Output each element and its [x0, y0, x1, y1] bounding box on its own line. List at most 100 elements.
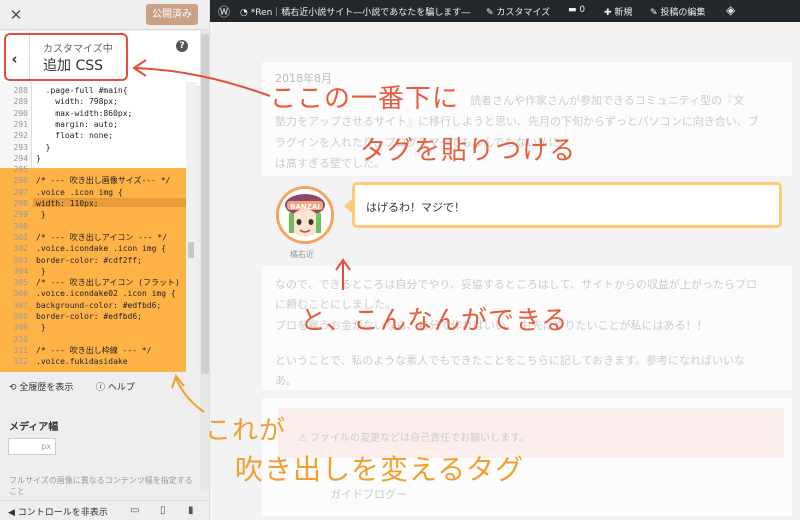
code-line: 299 }: [0, 210, 186, 220]
code-line: 303 border-color: #cdf2ff;: [0, 256, 186, 266]
line-number: 305: [13, 278, 28, 288]
code-text: float: none;: [36, 131, 114, 141]
line-number: 288: [13, 86, 28, 95]
code-line: 295: [0, 165, 186, 175]
code-text: /* --- 吹き出しアイコン (フラット) --- */: [36, 278, 196, 288]
media-width-description: フルサイズの画像に異なるコンテンツ幅を指定すること: [9, 476, 193, 496]
history-link[interactable]: ⟲ 全履歴を表示: [9, 380, 73, 393]
code-line: 298 width: 110px;: [0, 199, 186, 209]
faint-text-line: ということで、私のような素人でもできたことをこちらに記しておきます。参考になれば…: [275, 354, 746, 367]
code-line: 304 }: [0, 267, 186, 277]
code-line: 301 /* --- 吹き出しアイコン --- */: [0, 233, 186, 243]
pencil-icon: ✎: [650, 8, 661, 18]
editor-scrollbar-track[interactable]: [186, 82, 196, 372]
annotation-text: これが: [205, 416, 287, 446]
line-number: 296: [13, 176, 28, 186]
faint-text-line: あ。: [275, 374, 297, 387]
code-text: .voice .icon img {: [36, 187, 123, 197]
desktop-preview-icon[interactable]: ▭: [130, 505, 139, 516]
new-link[interactable]: ✚ 新規: [604, 5, 632, 18]
line-number: 309: [13, 323, 28, 333]
faint-text-line: 読者さんや作家さんが参加できるコミュニティ型の『文: [470, 94, 745, 107]
code-line: 302 .voice.icondake .icon img {: [0, 244, 186, 254]
code-line: 296 /* --- 吹き出し画像サイズ--- */: [0, 176, 186, 186]
warning-text: ⚠ ファイルの変更などは自己責任でお願いします。: [298, 433, 530, 444]
speaker-avatar: BANZAI: [276, 186, 334, 244]
publish-button[interactable]: 公開済み: [146, 4, 198, 25]
site-title-link[interactable]: ◔ *Ren｜橘右近小説サイト―小説であなたを騙します―: [240, 5, 470, 18]
line-number: 291: [13, 119, 28, 129]
hide-controls-button[interactable]: ◀ コントロールを非表示: [8, 505, 108, 518]
admin-bar: Ⓦ ◔ *Ren｜橘右近小説サイト―小説であなたを騙します― ✎ カスタマイズ …: [210, 0, 800, 22]
comment-count: 0: [579, 5, 586, 15]
code-text: .page-full #main{: [36, 86, 128, 95]
dashboard-icon: ◔: [240, 8, 251, 18]
line-number: 294: [13, 153, 28, 163]
speech-bubble-text: はげるわ！マジで！: [366, 201, 465, 214]
help-link-label: ヘルプ: [107, 383, 135, 393]
line-number: 295: [13, 165, 28, 175]
annotation-text: ここの一番下に: [270, 84, 460, 114]
line-number: 300: [13, 221, 28, 231]
code-line: 306 .voice.icondake02 .icon img {: [0, 289, 186, 299]
line-number: 302: [13, 244, 28, 254]
line-number: 293: [13, 142, 28, 152]
diamond-icon[interactable]: ◈: [726, 3, 735, 17]
code-text: /* --- 吹き出しアイコン --- */: [36, 232, 168, 242]
line-number: 298: [13, 199, 28, 208]
panel-footer: ◀ コントロールを非表示 ▭ ▯ ▮: [0, 500, 209, 520]
code-line: 311 /* --- 吹き出し枠線 --- */: [0, 346, 186, 356]
code-text: margin: auto;: [36, 119, 118, 129]
faint-text-line: 塾力をアップさせるサイト』に移行しようと思い、先月の下旬からずっとパソコンに向き…: [275, 115, 759, 128]
edit-post-link[interactable]: ✎ 投稿の編集: [650, 5, 705, 18]
code-line: 307 background-color: #edfbd6;: [0, 301, 186, 311]
line-number: 304: [13, 266, 28, 276]
code-text: }: [36, 142, 51, 152]
line-number: 306: [13, 289, 28, 299]
help-link[interactable]: ⓘ ヘルプ: [96, 380, 135, 393]
brush-icon: ✎: [486, 8, 497, 18]
line-number: 307: [13, 300, 28, 310]
code-text: background-color: #edfbd6;: [36, 300, 162, 310]
code-text: }: [36, 266, 46, 276]
code-text: width: 798px;: [36, 97, 118, 107]
code-line: 290 max-width:860px;: [0, 109, 186, 119]
media-width-input[interactable]: px: [8, 438, 56, 455]
annotation-highlight-box: [4, 33, 128, 81]
code-line: 297 .voice .icon img {: [0, 188, 186, 198]
history-icon: ⟲: [9, 383, 20, 393]
css-code-editor[interactable]: 288 .page-full #main{289 width: 798px; 29…: [0, 82, 196, 372]
code-line: 300: [0, 222, 186, 232]
customize-label: カスタマイズ: [496, 8, 551, 18]
code-line: 292 float: none;: [0, 131, 186, 141]
code-line: 293 }: [0, 143, 186, 153]
code-text: /* --- 吹き出し枠線 --- */: [36, 345, 152, 355]
customize-link[interactable]: ✎ カスタマイズ: [486, 5, 550, 18]
wordpress-icon[interactable]: Ⓦ: [218, 3, 230, 20]
tablet-preview-icon[interactable]: ▯: [160, 505, 166, 516]
line-number: 289: [13, 97, 28, 107]
help-icon[interactable]: ?: [176, 40, 188, 52]
close-button[interactable]: ✕: [0, 0, 32, 30]
avatar-illustration: BANZAI: [279, 189, 331, 241]
mobile-preview-icon[interactable]: ▮: [188, 505, 194, 516]
code-line: 288 .page-full #main{: [0, 86, 186, 96]
line-number: 308: [13, 312, 28, 321]
code-line: 294}: [0, 154, 186, 164]
code-line: 310: [0, 335, 186, 345]
code-line: 305 /* --- 吹き出しアイコン (フラット) --- */: [0, 278, 196, 288]
code-line: 308 border-color: #edfbd6;: [0, 312, 186, 322]
code-text: }: [36, 153, 41, 163]
annotation-text: 吹き出しを変えるタグ: [235, 453, 525, 486]
code-text: /* --- 吹き出し画像サイズ--- */: [36, 176, 171, 186]
comments-link[interactable]: ▬ 0: [568, 5, 585, 15]
editor-scrollbar-thumb[interactable]: [188, 242, 194, 258]
hide-controls-label: コントロールを非表示: [17, 508, 108, 518]
code-line: 312 .voice.fukidasidake: [0, 357, 186, 367]
plus-icon: ✚: [604, 8, 615, 18]
panel-scrollbar-thumb[interactable]: [201, 34, 209, 374]
new-label: 新規: [614, 8, 633, 18]
code-text: max-width:860px;: [36, 108, 133, 118]
site-title: *Ren｜橘右近小説サイト―小説であなたを騙します―: [250, 8, 471, 18]
code-text: .voice.icondake02 .icon img {: [36, 289, 176, 299]
